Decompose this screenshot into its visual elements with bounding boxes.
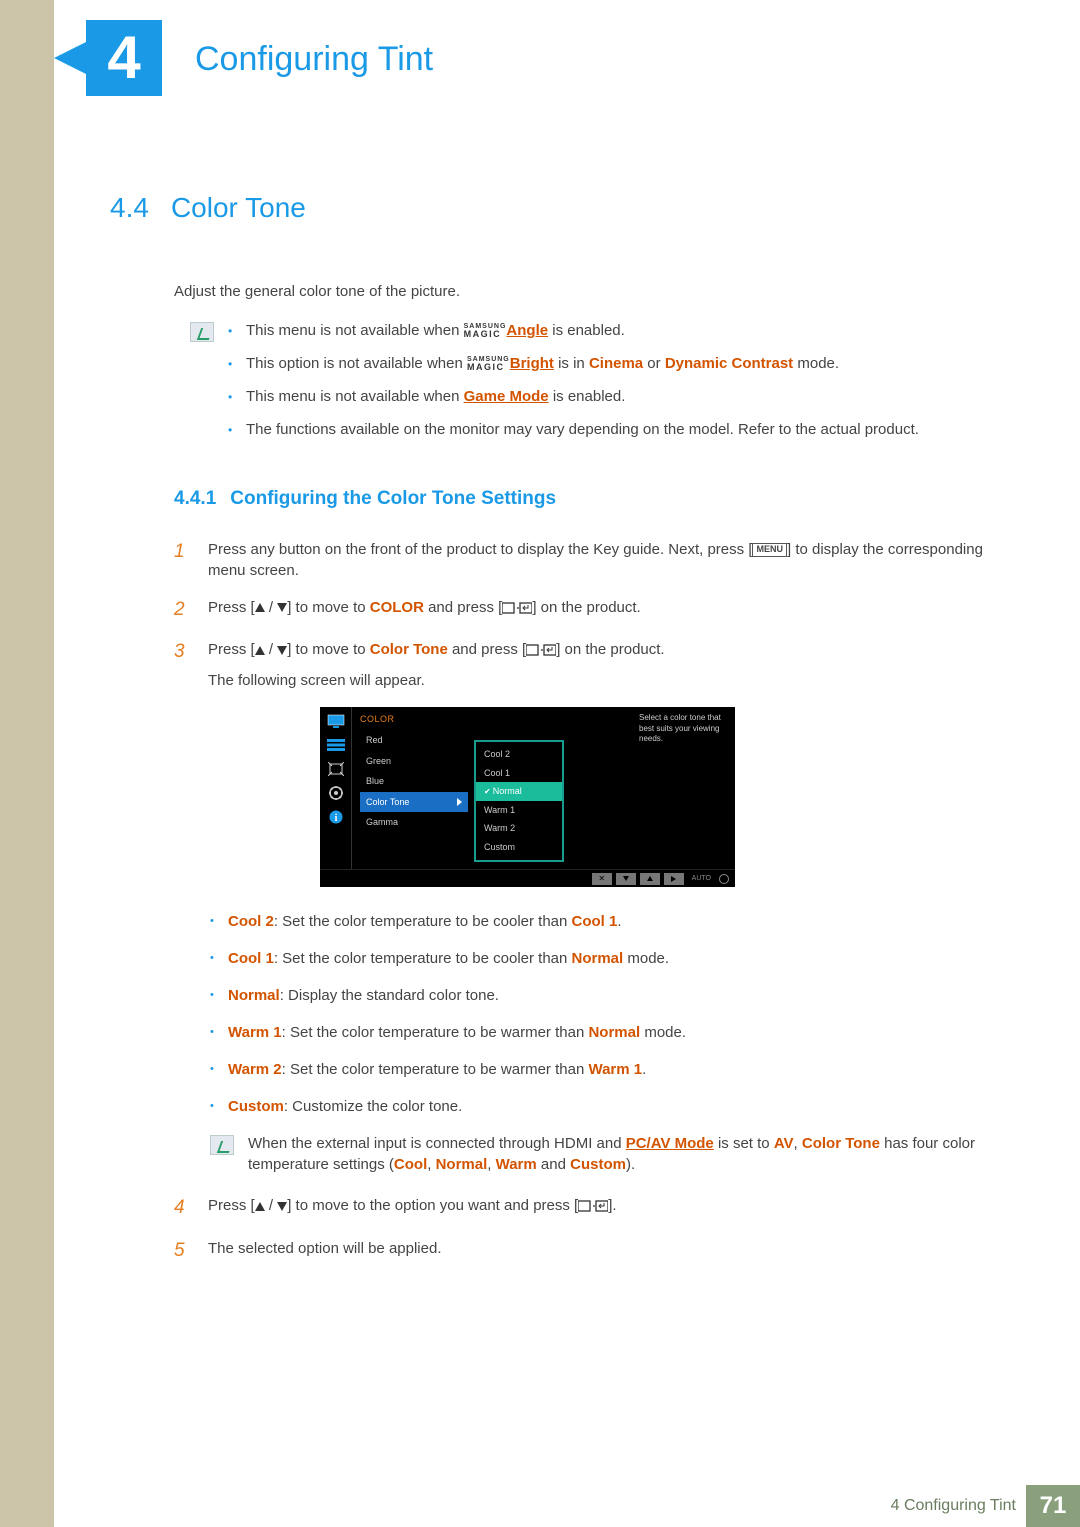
steps-list-continued: 4 Press [ / ] to move to the option you … — [174, 1195, 990, 1264]
svg-text:i: i — [334, 813, 337, 824]
chapter-number-tab: 4 — [86, 20, 162, 96]
step-2: 2 Press [ / ] to move to COLOR and press… — [174, 597, 990, 624]
info-block-2: When the external input is connected thr… — [210, 1133, 990, 1175]
osd-size-icon — [326, 761, 346, 777]
chevron-right-icon — [457, 798, 462, 806]
option-descriptions: Cool 2: Set the color temperature to be … — [210, 911, 990, 1117]
osd-menu-item: Gamma — [360, 812, 468, 833]
chapter-title: Configuring Tint — [195, 36, 433, 84]
osd-menu-item: Green — [360, 751, 468, 772]
page-footer: 4 Configuring Tint 71 — [0, 1485, 1080, 1527]
samsung-magic-label: SAMSUNGMAGIC — [467, 357, 510, 371]
intro-text: Adjust the general color tone of the pic… — [174, 281, 990, 302]
osd-menu-item: Blue — [360, 771, 468, 792]
osd-menu-item-selected: Color Tone — [360, 792, 468, 813]
osd-option: Custom — [476, 838, 562, 857]
note-text: When the external input is connected thr… — [248, 1133, 990, 1175]
osd-picture-icon — [326, 713, 346, 729]
subsection-title: Configuring the Color Tone Settings — [230, 486, 556, 513]
section-heading: 4.4 Color Tone — [110, 188, 990, 227]
osd-options-popup: Cool 2 Cool 1 Normal Warm 1 Warm 2 Custo… — [474, 740, 564, 862]
osd-screenshot: i COLOR Red Green Blue Color Tone Gamma … — [320, 707, 735, 887]
desc-item: Cool 1: Set the color temperature to be … — [210, 948, 990, 969]
osd-button-bar: ✕ AUTO — [320, 869, 735, 887]
section-number: 4.4 — [110, 188, 149, 227]
note-item: This menu is not available when Game Mod… — [228, 386, 919, 407]
osd-down-btn — [616, 873, 636, 885]
up-arrow-icon — [255, 646, 265, 655]
sidebar-stripe — [0, 0, 54, 1527]
enter-icon — [502, 602, 532, 614]
enter-icon — [578, 1200, 608, 1212]
desc-item: Warm 2: Set the color temperature to be … — [210, 1059, 990, 1080]
menu-button-icon: MENU — [752, 543, 787, 557]
chapter-number: 4 — [107, 16, 140, 100]
pc-av-mode-link[interactable]: PC/AV Mode — [626, 1135, 714, 1152]
page-content: 4.4 Color Tone Adjust the general color … — [110, 188, 990, 1281]
samsung-magic-label: SAMSUNGMAGIC — [464, 324, 507, 338]
osd-option: Warm 1 — [476, 801, 562, 820]
step-1: 1 Press any button on the front of the p… — [174, 539, 990, 581]
step-5: 5 The selected option will be applied. — [174, 1238, 990, 1265]
note-list: This menu is not available when SAMSUNGM… — [228, 320, 919, 452]
step-4: 4 Press [ / ] to move to the option you … — [174, 1195, 990, 1222]
osd-power-icon — [719, 874, 729, 884]
desc-item: Custom: Customize the color tone. — [210, 1096, 990, 1117]
osd-sidebar: i — [320, 707, 352, 869]
angle-link[interactable]: Angle — [506, 322, 548, 339]
steps-list: 1 Press any button on the front of the p… — [174, 539, 990, 692]
note-icon — [190, 322, 214, 342]
desc-item: Normal: Display the standard color tone. — [210, 985, 990, 1006]
footer-chapter-ref: 4 Configuring Tint — [891, 1495, 1016, 1517]
osd-menu-list: Red Green Blue Color Tone Gamma — [360, 730, 468, 862]
section-title: Color Tone — [171, 188, 306, 227]
desc-item: Warm 1: Set the color temperature to be … — [210, 1022, 990, 1043]
down-arrow-icon — [277, 603, 287, 612]
note-item: This option is not available when SAMSUN… — [228, 353, 919, 374]
step-3: 3 Press [ / ] to move to Color Tone and … — [174, 639, 990, 691]
osd-auto-label: AUTO — [692, 874, 711, 884]
page-number: 71 — [1026, 1485, 1080, 1527]
osd-settings-icon — [326, 785, 346, 801]
note-icon — [210, 1135, 234, 1155]
desc-item: Cool 2: Set the color temperature to be … — [210, 911, 990, 932]
up-arrow-icon — [255, 1202, 265, 1211]
subsection-number: 4.4.1 — [174, 486, 216, 513]
note-item: The functions available on the monitor m… — [228, 419, 919, 440]
up-arrow-icon — [255, 603, 265, 612]
osd-help-text: Select a color tone that best suits your… — [639, 713, 729, 744]
osd-close-btn: ✕ — [592, 873, 612, 885]
osd-list-icon — [326, 737, 346, 753]
osd-info-icon: i — [326, 809, 346, 825]
down-arrow-icon — [277, 1202, 287, 1211]
osd-up-btn — [640, 873, 660, 885]
osd-option-selected: Normal — [476, 782, 562, 801]
bright-link[interactable]: Bright — [510, 355, 554, 372]
down-arrow-icon — [277, 646, 287, 655]
osd-option: Cool 2 — [476, 745, 562, 764]
osd-right-btn — [664, 873, 684, 885]
enter-icon — [526, 644, 556, 656]
osd-option: Warm 2 — [476, 819, 562, 838]
osd-menu-item: Red — [360, 730, 468, 751]
info-block: This menu is not available when SAMSUNGM… — [190, 320, 990, 452]
note-item: This menu is not available when SAMSUNGM… — [228, 320, 919, 341]
game-mode-link[interactable]: Game Mode — [464, 388, 549, 405]
subsection-heading: 4.4.1 Configuring the Color Tone Setting… — [174, 486, 990, 513]
osd-option: Cool 1 — [476, 764, 562, 783]
